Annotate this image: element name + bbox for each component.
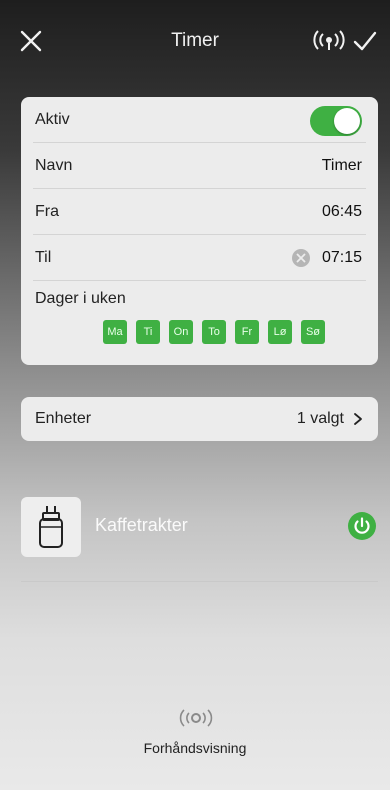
day-mon[interactable]: Ma xyxy=(103,320,127,344)
active-label: Aktiv xyxy=(35,111,70,128)
name-label: Navn xyxy=(35,157,73,174)
power-button[interactable] xyxy=(348,512,376,540)
chevron-right-icon xyxy=(354,413,362,425)
day-thu[interactable]: To xyxy=(202,320,226,344)
to-row[interactable]: Til 07:15 xyxy=(33,235,366,281)
divider xyxy=(21,581,378,582)
weekday-selector: Ma Ti On To Fr Lø Sø xyxy=(103,320,325,344)
devices-label: Enheter xyxy=(35,410,92,427)
device-name: Kaffetrakter xyxy=(95,515,188,535)
days-label: Dager i uken xyxy=(35,290,126,307)
checkmark-icon[interactable] xyxy=(352,28,378,54)
to-value: 07:15 xyxy=(321,249,362,266)
power-icon xyxy=(354,517,370,534)
signal-icon[interactable] xyxy=(312,30,346,52)
day-wed[interactable]: On xyxy=(169,320,193,344)
active-toggle[interactable] xyxy=(310,106,362,136)
devices-row[interactable]: Enheter 1 valgt xyxy=(21,397,378,441)
name-row[interactable]: Navn Timer xyxy=(33,143,366,189)
top-bar: Timer xyxy=(0,0,390,84)
toggle-knob xyxy=(334,108,360,134)
active-row: Aktiv xyxy=(33,97,366,143)
from-value: 06:45 xyxy=(321,203,362,220)
device-thumbnail xyxy=(21,497,81,557)
to-label: Til xyxy=(35,249,52,266)
day-sat[interactable]: Lø xyxy=(268,320,292,344)
devices-count: 1 valgt xyxy=(296,410,344,427)
clear-icon[interactable] xyxy=(292,249,310,267)
device-item: Kaffetrakter xyxy=(21,497,378,557)
preview-label[interactable]: Forhåndsvisning xyxy=(0,740,390,756)
from-label: Fra xyxy=(35,203,59,220)
smart-plug-icon xyxy=(39,506,63,548)
name-value: Timer xyxy=(321,157,362,174)
timer-settings-card: Aktiv Navn Timer Fra 06:45 Til 07:15 Dag… xyxy=(21,97,378,365)
preview-signal-icon[interactable] xyxy=(176,708,216,728)
from-row[interactable]: Fra 06:45 xyxy=(33,189,366,235)
day-fri[interactable]: Fr xyxy=(235,320,259,344)
day-sun[interactable]: Sø xyxy=(301,320,325,344)
day-tue[interactable]: Ti xyxy=(136,320,160,344)
